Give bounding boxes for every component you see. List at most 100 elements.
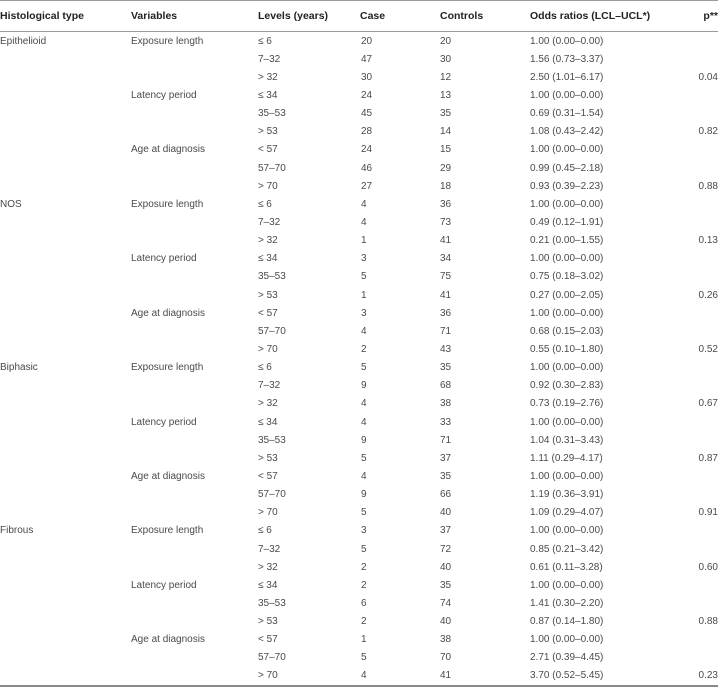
cell-level: 7–32: [258, 216, 281, 228]
cell-controls: 36: [440, 307, 452, 319]
cell-variable: [131, 395, 258, 413]
table-row: Latency period ≤ 34 2 35 1.00 (0.00–0.00): [0, 576, 718, 594]
cell-controls: 43: [440, 343, 452, 355]
cell-controls: 41: [440, 670, 452, 682]
cell-case: 4: [361, 398, 367, 410]
cell-histological-type: [0, 576, 131, 594]
cell-histological-type: [0, 322, 131, 340]
cell-histological-type: Biphasic: [0, 362, 38, 374]
cell-variable: [131, 613, 258, 631]
cell-case: 3: [361, 307, 367, 319]
cell-controls: 15: [440, 144, 452, 156]
cell-controls: 38: [440, 634, 452, 646]
cell-case: 28: [361, 126, 373, 138]
cell-level: ≤ 6: [258, 525, 272, 537]
cell-p-value: [693, 141, 718, 159]
cell-controls: 37: [440, 525, 452, 537]
cell-controls: 70: [440, 652, 452, 664]
cell-level: < 57: [258, 144, 278, 156]
cell-level: ≤ 6: [258, 35, 272, 47]
header-odds-ratios: Odds ratios (LCL–UCL*): [530, 10, 651, 22]
cell-histological-type: [0, 123, 131, 141]
cell-controls: 71: [440, 325, 452, 337]
cell-level: 57–70: [258, 489, 286, 501]
cell-histological-type: [0, 613, 131, 631]
cell-odds-ratio: 1.56 (0.73–3.37): [530, 53, 604, 65]
cell-odds-ratio: 1.04 (0.31–3.43): [530, 434, 604, 446]
table-row: > 32 30 12 2.50 (1.01–6.17) 0.04: [0, 68, 718, 86]
cell-variable: [131, 232, 258, 250]
cell-p-value: [693, 304, 718, 322]
cell-histological-type: [0, 504, 131, 522]
cell-variable: [131, 649, 258, 667]
cell-case: 5: [361, 507, 367, 519]
table-row: 35–53 9 71 1.04 (0.31–3.43): [0, 431, 718, 449]
cell-histological-type: [0, 304, 131, 322]
table-row: > 53 2 40 0.87 (0.14–1.80) 0.88: [0, 613, 718, 631]
cell-histological-type: [0, 631, 131, 649]
cell-variable: [131, 340, 258, 358]
table-row: NOS Exposure length ≤ 6 4 36 1.00 (0.00–0.00): [0, 195, 718, 213]
cell-histological-type: [0, 340, 131, 358]
cell-variable: [131, 449, 258, 467]
cell-case: 24: [361, 89, 373, 101]
cell-variable: Latency period: [131, 89, 197, 101]
table-row: > 70 4 41 3.70 (0.52–5.45) 0.23: [0, 667, 718, 687]
cell-histological-type: [0, 141, 131, 159]
cell-p-value: [693, 322, 718, 340]
cell-histological-type: [0, 413, 131, 431]
cell-controls: 35: [440, 470, 452, 482]
cell-histological-type: [0, 50, 131, 68]
cell-odds-ratio: 0.69 (0.31–1.54): [530, 108, 604, 120]
cell-controls: 74: [440, 597, 452, 609]
cell-odds-ratio: 0.27 (0.00–2.05): [530, 289, 604, 301]
header-variables: Variables: [131, 10, 178, 22]
cell-odds-ratio: 0.93 (0.39–2.23): [530, 180, 604, 192]
cell-odds-ratio: 0.68 (0.15–2.03): [530, 325, 604, 337]
odds-ratio-table: Histological type Variables Levels (year…: [0, 0, 718, 687]
cell-odds-ratio: 0.21 (0.00–1.55): [530, 235, 604, 247]
cell-level: 7–32: [258, 53, 281, 65]
cell-histological-type: [0, 540, 131, 558]
cell-odds-ratio: 0.73 (0.19–2.76): [530, 398, 604, 410]
cell-histological-type: [0, 431, 131, 449]
cell-p-value: 0.04: [698, 71, 718, 83]
cell-case: 4: [361, 470, 367, 482]
cell-case: 6: [361, 597, 367, 609]
cell-variable: Age at diagnosis: [131, 144, 205, 156]
cell-odds-ratio: 1.08 (0.43–2.42): [530, 126, 604, 138]
cell-histological-type: Epithelioid: [0, 35, 47, 47]
cell-variable: Exposure length: [131, 198, 204, 210]
cell-odds-ratio: 1.00 (0.00–0.00): [530, 198, 604, 210]
cell-variable: Exposure length: [131, 35, 204, 47]
cell-controls: 73: [440, 216, 452, 228]
cell-variable: [131, 123, 258, 141]
cell-odds-ratio: 0.61 (0.11–3.28): [530, 561, 603, 573]
cell-level: 7–32: [258, 543, 281, 555]
header-levels: Levels (years): [258, 10, 329, 22]
cell-variable: Exposure length: [131, 525, 204, 537]
cell-p-value: [693, 576, 718, 594]
cell-level: ≤ 34: [258, 579, 278, 591]
cell-controls: 75: [440, 271, 452, 283]
cell-p-value: 0.82: [698, 126, 718, 138]
cell-case: 2: [361, 616, 367, 628]
cell-p-value: [693, 431, 718, 449]
cell-odds-ratio: 1.00 (0.00–0.00): [530, 144, 604, 156]
cell-odds-ratio: 1.00 (0.00–0.00): [530, 579, 604, 591]
cell-p-value: 0.13: [698, 235, 718, 247]
table-row: > 70 5 40 1.09 (0.29–4.07) 0.91: [0, 504, 718, 522]
cell-histological-type: [0, 649, 131, 667]
cell-p-value: 0.23: [698, 670, 718, 682]
cell-controls: 41: [440, 235, 452, 247]
cell-histological-type: [0, 486, 131, 504]
cell-case: 46: [361, 162, 373, 174]
cell-controls: 38: [440, 398, 452, 410]
cell-level: < 57: [258, 634, 278, 646]
header-p-value: p**: [703, 10, 718, 22]
cell-p-value: [693, 268, 718, 286]
cell-odds-ratio: 0.99 (0.45–2.18): [530, 162, 604, 174]
table-row: > 32 2 40 0.61 (0.11–3.28) 0.60: [0, 558, 718, 576]
cell-p-value: [693, 540, 718, 558]
cell-odds-ratio: 2.50 (1.01–6.17): [530, 71, 604, 83]
